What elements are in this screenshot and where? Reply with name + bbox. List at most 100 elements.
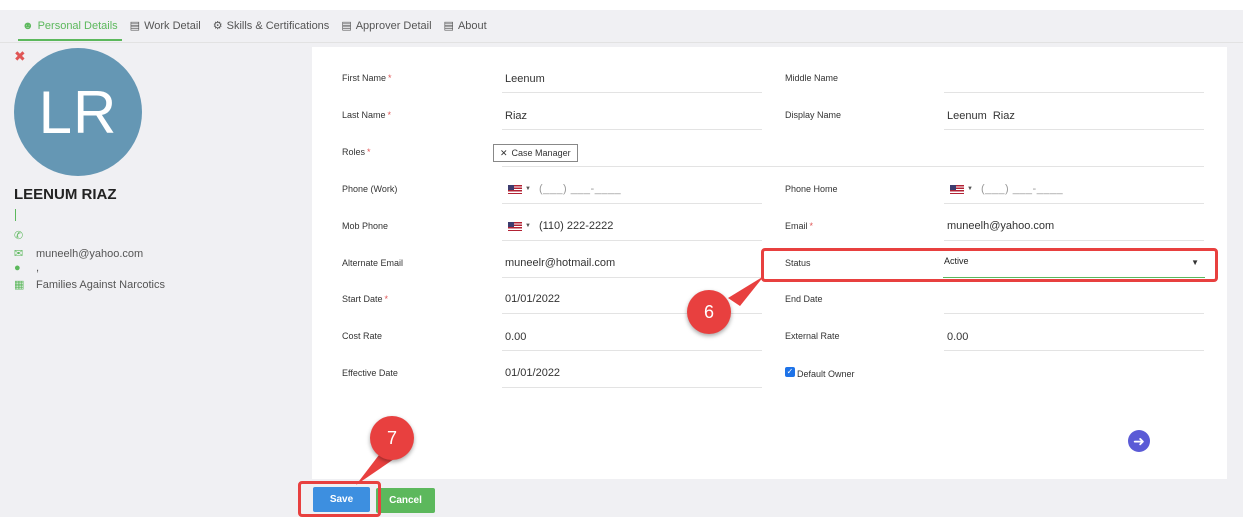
avatar-initials: LR (38, 78, 118, 146)
cost-rate-field[interactable]: 0.00 (502, 331, 526, 343)
phone-home-field[interactable]: ▼ (___) ___-____ (950, 183, 1063, 195)
profile-phone-row: ✆ (14, 229, 34, 242)
required-mark: * (387, 110, 392, 120)
tab-label: Personal Details (37, 20, 118, 32)
profile-location: , (36, 262, 40, 274)
first-name-field[interactable]: Leenum (502, 73, 545, 85)
first-name-label: First Name * (342, 73, 392, 83)
tab-bar: ☻ Personal Details ▤ Work Detail ⚙ Skill… (0, 10, 1243, 42)
default-owner-checkbox[interactable]: ✓ (785, 367, 795, 377)
roles-label: Roles * (342, 147, 371, 157)
field-underline (502, 129, 762, 130)
us-flag-icon[interactable] (508, 221, 522, 231)
person-icon: ☻ (22, 19, 34, 32)
card-icon: ▤ (129, 19, 141, 32)
field-underline (944, 350, 1204, 351)
divider-mark (15, 209, 16, 221)
chevron-down-icon[interactable]: ▼ (525, 186, 531, 192)
start-date-label-text: Start Date (342, 294, 383, 304)
envelope-icon: ✉ (14, 248, 24, 260)
mob-phone-value: (110) 222-2222 (538, 220, 614, 232)
field-underline (944, 203, 1204, 204)
profile-email-row: ✉ muneelh@yahoo.com (14, 247, 144, 261)
phone-home-label: Phone Home (785, 184, 838, 194)
end-date-field[interactable] (944, 293, 1204, 309)
field-underline (502, 240, 762, 241)
phone-home-placeholder: (___) ___-____ (980, 183, 1064, 195)
start-date-label: Start Date * (342, 294, 388, 304)
middle-name-label: Middle Name (785, 73, 839, 83)
tab-label: About (457, 20, 487, 32)
tab-approver-detail[interactable]: ▤ Approver Detail (337, 10, 435, 42)
tab-about[interactable]: ▤ About (440, 10, 491, 42)
default-owner-label: Default Owner (797, 369, 855, 379)
role-tag: ✕ Case Manager (493, 144, 578, 162)
display-name-field[interactable]: Leenum Riaz (944, 110, 1015, 122)
us-flag-icon[interactable] (508, 184, 522, 194)
profile-location-row: ● , (14, 262, 39, 274)
card-icon: ▤ (341, 19, 352, 32)
tab-label: Work Detail (144, 20, 201, 32)
external-rate-label: External Rate (785, 331, 840, 341)
profile-sidebar: LR ✖ LEENUM RIAZ ✆ ✉ muneelh@yahoo.com ●… (0, 43, 300, 517)
chevron-down-icon[interactable]: ▼ (525, 223, 531, 229)
last-name-field[interactable]: Riaz (502, 110, 527, 122)
phone-work-label: Phone (Work) (342, 184, 398, 194)
cancel-button[interactable]: Cancel (376, 488, 435, 513)
required-mark: * (384, 294, 389, 304)
building-icon: ▦ (14, 279, 25, 291)
end-date-label: End Date (785, 294, 823, 304)
field-underline (502, 203, 762, 204)
start-date-field[interactable]: 01/01/2022 (502, 293, 560, 305)
effective-date-field[interactable]: 01/01/2022 (502, 367, 560, 379)
email-label-text: Email (785, 221, 808, 231)
profile-organization: Families Against Narcotics (36, 278, 165, 291)
tab-work-detail[interactable]: ▤ Work Detail (126, 10, 205, 42)
status-highlight-box (761, 248, 1218, 282)
mob-phone-label: Mob Phone (342, 221, 389, 231)
tab-personal-details[interactable]: ☻ Personal Details (18, 10, 122, 42)
field-underline (944, 92, 1204, 93)
effective-date-label: Effective Date (342, 368, 398, 378)
callout-7-number: 7 (386, 427, 397, 448)
profile-email: muneelh@yahoo.com (36, 247, 144, 260)
required-mark: * (809, 221, 814, 231)
field-underline (502, 166, 1204, 167)
field-underline (502, 350, 762, 351)
field-underline (944, 129, 1204, 130)
roles-label-text: Roles (342, 147, 366, 157)
tab-skills-certifications[interactable]: ⚙ Skills & Certifications (209, 10, 334, 42)
last-name-label-text: Last Name (342, 110, 386, 120)
tab-label: Approver Detail (355, 20, 432, 32)
remove-photo-icon[interactable]: ✖ (14, 48, 26, 65)
phone-work-placeholder: (___) ___-____ (538, 183, 622, 195)
chevron-down-icon[interactable]: ▼ (967, 186, 973, 192)
field-underline (502, 92, 762, 93)
field-underline (502, 387, 762, 388)
last-name-label: Last Name * (342, 110, 391, 120)
us-flag-icon[interactable] (950, 184, 964, 194)
email-field[interactable]: muneelh@yahoo.com (944, 220, 1054, 232)
remove-tag-icon[interactable]: ✕ (500, 148, 508, 159)
display-name-label: Display Name (785, 110, 842, 120)
required-mark: * (367, 147, 371, 157)
phone-work-field[interactable]: ▼ (___) ___-____ (508, 183, 621, 195)
external-rate-field[interactable]: 0.00 (944, 331, 968, 343)
callout-6-number: 6 (703, 301, 714, 322)
next-arrow-button[interactable]: ➜ (1128, 430, 1150, 452)
email-label: Email * (785, 221, 813, 231)
required-mark: * (388, 73, 392, 83)
tab-label: Skills & Certifications (226, 20, 330, 32)
middle-name-field[interactable] (944, 73, 1204, 89)
avatar: LR (14, 48, 142, 176)
alternate-email-field[interactable]: muneelr@hotmail.com (502, 257, 615, 269)
map-marker-icon: ● (14, 262, 21, 274)
phone-icon: ✆ (14, 230, 24, 242)
callout-6-badge: 6 (687, 290, 731, 334)
first-name-label-text: First Name (342, 73, 387, 83)
alternate-email-label: Alternate Email (342, 258, 404, 268)
profile-name: LEENUM RIAZ (14, 186, 117, 203)
top-strip (0, 0, 1243, 10)
cost-rate-label: Cost Rate (342, 331, 383, 341)
mob-phone-field[interactable]: ▼ (110) 222-2222 (508, 220, 613, 232)
